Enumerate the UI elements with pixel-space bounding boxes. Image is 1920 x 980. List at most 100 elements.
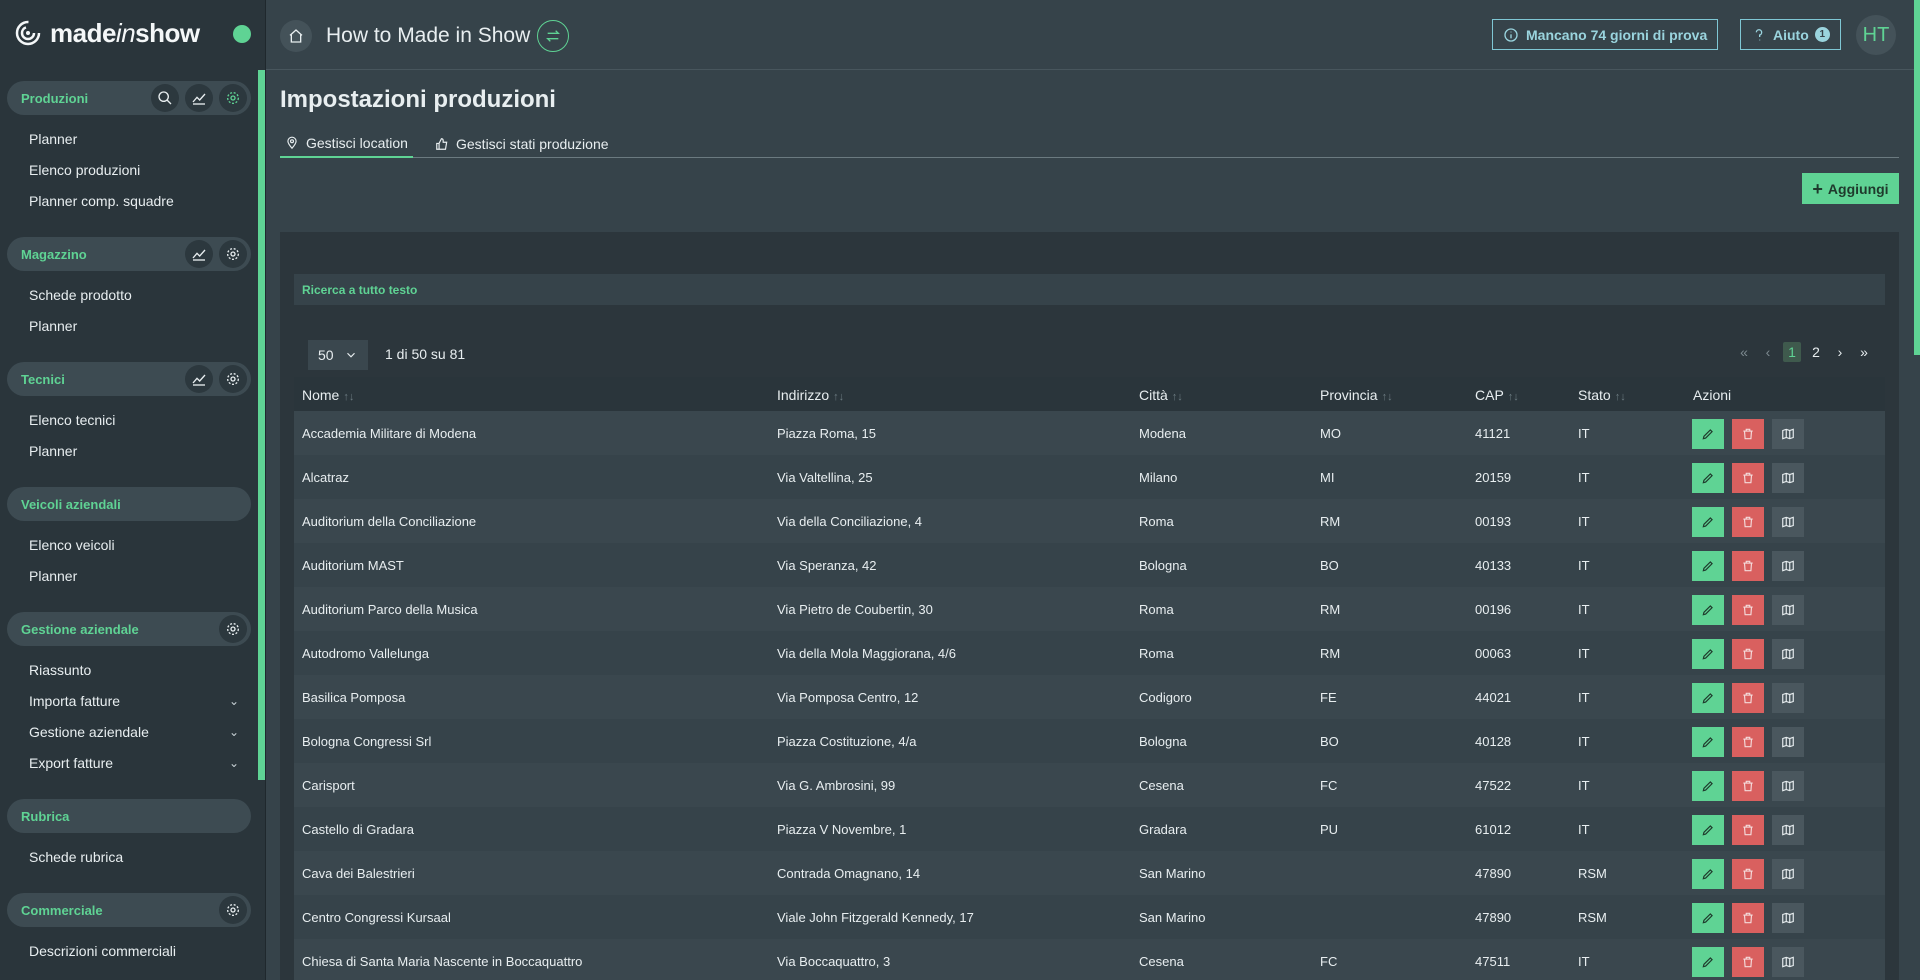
col-citta[interactable]: Città ↑↓ <box>1139 387 1183 403</box>
edit-button[interactable] <box>1692 507 1724 537</box>
sidebar-item-export-fatture[interactable]: Export fatture ⌄ <box>29 753 239 773</box>
chart-icon[interactable] <box>185 240 213 268</box>
col-nome[interactable]: Nome ↑↓ <box>302 387 354 403</box>
sidebar-item-planner-veicoli[interactable]: Planner <box>29 566 239 586</box>
edit-button[interactable] <box>1692 419 1724 449</box>
next-page-icon[interactable]: › <box>1831 342 1849 362</box>
map-button[interactable] <box>1772 507 1804 537</box>
edit-button[interactable] <box>1692 683 1724 713</box>
map-button[interactable] <box>1772 859 1804 889</box>
delete-button[interactable] <box>1732 683 1764 713</box>
section-rubrica[interactable]: Rubrica <box>7 799 251 833</box>
chevron-down-icon: ⌄ <box>228 725 239 739</box>
edit-button[interactable] <box>1692 595 1724 625</box>
app-logo[interactable]: madeinshow <box>14 18 200 48</box>
per-page-select[interactable]: 50 <box>308 340 368 370</box>
section-gestione-aziendale[interactable]: Gestione aziendale <box>7 612 251 646</box>
map-button[interactable] <box>1772 595 1804 625</box>
map-button[interactable] <box>1772 815 1804 845</box>
sidebar-item-schede-prodotto[interactable]: Schede prodotto <box>29 285 239 305</box>
chart-icon[interactable] <box>185 365 213 393</box>
delete-button[interactable] <box>1732 727 1764 757</box>
sidebar-item-elenco-produzioni[interactable]: Elenco produzioni <box>29 160 239 180</box>
gear-icon[interactable] <box>219 84 247 112</box>
map-button[interactable] <box>1772 727 1804 757</box>
map-button[interactable] <box>1772 463 1804 493</box>
delete-button[interactable] <box>1732 903 1764 933</box>
delete-button[interactable] <box>1732 419 1764 449</box>
avatar[interactable]: HT <box>1856 15 1896 55</box>
section-magazzino[interactable]: Magazzino <box>7 237 251 271</box>
sidebar-item-importa-fatture[interactable]: Importa fatture ⌄ <box>29 691 239 711</box>
edit-button[interactable] <box>1692 727 1724 757</box>
help-button[interactable]: Aiuto 1 <box>1740 19 1841 50</box>
sidebar-item-planner-tecnici[interactable]: Planner <box>29 441 239 461</box>
delete-button[interactable] <box>1732 507 1764 537</box>
cell-cap: 40128 <box>1475 734 1512 749</box>
home-button[interactable] <box>280 20 312 52</box>
section-produzioni[interactable]: Produzioni <box>7 81 251 115</box>
delete-button[interactable] <box>1732 551 1764 581</box>
delete-button[interactable] <box>1732 639 1764 669</box>
sidebar-item-elenco-veicoli[interactable]: Elenco veicoli <box>29 535 239 555</box>
sidebar-item-elenco-tecnici[interactable]: Elenco tecnici <box>29 410 239 430</box>
map-button[interactable] <box>1772 419 1804 449</box>
sidebar-item-planner[interactable]: Planner <box>29 129 239 149</box>
edit-button[interactable] <box>1692 551 1724 581</box>
last-page-icon[interactable]: » <box>1855 342 1873 362</box>
first-page-icon[interactable]: « <box>1735 342 1753 362</box>
prev-page-icon[interactable]: ‹ <box>1759 342 1777 362</box>
gear-icon[interactable] <box>219 896 247 924</box>
tab-gestisci-stati-produzione[interactable]: Gestisci stati produzione <box>430 130 614 158</box>
table-row: Chiesa di Santa Maria Nascente in Boccaq… <box>294 939 1885 980</box>
col-provincia[interactable]: Provincia ↑↓ <box>1320 387 1393 403</box>
col-cap[interactable]: CAP ↑↓ <box>1475 387 1519 403</box>
section-tecnici[interactable]: Tecnici <box>7 362 251 396</box>
map-button[interactable] <box>1772 551 1804 581</box>
section-commerciale[interactable]: Commerciale <box>7 893 251 927</box>
map-button[interactable] <box>1772 683 1804 713</box>
fulltext-search[interactable]: Ricerca a tutto testo <box>294 274 1885 305</box>
gear-icon[interactable] <box>219 365 247 393</box>
sidebar-item-planner-squadre[interactable]: Planner comp. squadre <box>29 191 239 211</box>
sidebar-item-planner-magazzino[interactable]: Planner <box>29 316 239 336</box>
chart-icon[interactable] <box>185 84 213 112</box>
edit-button[interactable] <box>1692 947 1724 977</box>
map-button[interactable] <box>1772 947 1804 977</box>
delete-button[interactable] <box>1732 947 1764 977</box>
page-1[interactable]: 1 <box>1783 342 1801 362</box>
map-button[interactable] <box>1772 639 1804 669</box>
search-icon[interactable] <box>151 84 179 112</box>
trial-badge[interactable]: Mancano 74 giorni di prova <box>1492 19 1719 50</box>
edit-button[interactable] <box>1692 815 1724 845</box>
edit-button[interactable] <box>1692 463 1724 493</box>
tab-gestisci-location[interactable]: Gestisci location <box>280 130 413 158</box>
sidebar-item-schede-rubrica[interactable]: Schede rubrica <box>29 847 239 867</box>
delete-button[interactable] <box>1732 463 1764 493</box>
sidebar-item-gestione-aziendale[interactable]: Gestione aziendale ⌄ <box>29 722 239 742</box>
map-button[interactable] <box>1772 771 1804 801</box>
col-stato[interactable]: Stato ↑↓ <box>1578 387 1626 403</box>
switch-workspace-button[interactable] <box>537 20 569 52</box>
edit-button[interactable] <box>1692 771 1724 801</box>
delete-button[interactable] <box>1732 771 1764 801</box>
delete-button[interactable] <box>1732 815 1764 845</box>
sidebar-scrollbar[interactable] <box>258 70 265 780</box>
edit-button[interactable] <box>1692 903 1724 933</box>
sidebar-item-riassunto[interactable]: Riassunto <box>29 660 239 680</box>
gear-icon[interactable] <box>219 615 247 643</box>
section-veicoli[interactable]: Veicoli aziendali <box>7 487 251 521</box>
cell-citta: Bologna <box>1139 558 1187 573</box>
page-2[interactable]: 2 <box>1807 342 1825 362</box>
edit-button[interactable] <box>1692 859 1724 889</box>
delete-button[interactable] <box>1732 595 1764 625</box>
page-scrollbar[interactable] <box>1914 0 1920 355</box>
sidebar-item-descrizioni-commerciali[interactable]: Descrizioni commerciali <box>29 941 239 961</box>
col-indirizzo[interactable]: Indirizzo ↑↓ <box>777 387 844 403</box>
delete-button[interactable] <box>1732 859 1764 889</box>
map-button[interactable] <box>1772 903 1804 933</box>
edit-button[interactable] <box>1692 639 1724 669</box>
gear-icon[interactable] <box>219 240 247 268</box>
add-button[interactable]: + Aggiungi <box>1802 173 1899 204</box>
cell-indirizzo: Piazza V Novembre, 1 <box>777 822 907 837</box>
